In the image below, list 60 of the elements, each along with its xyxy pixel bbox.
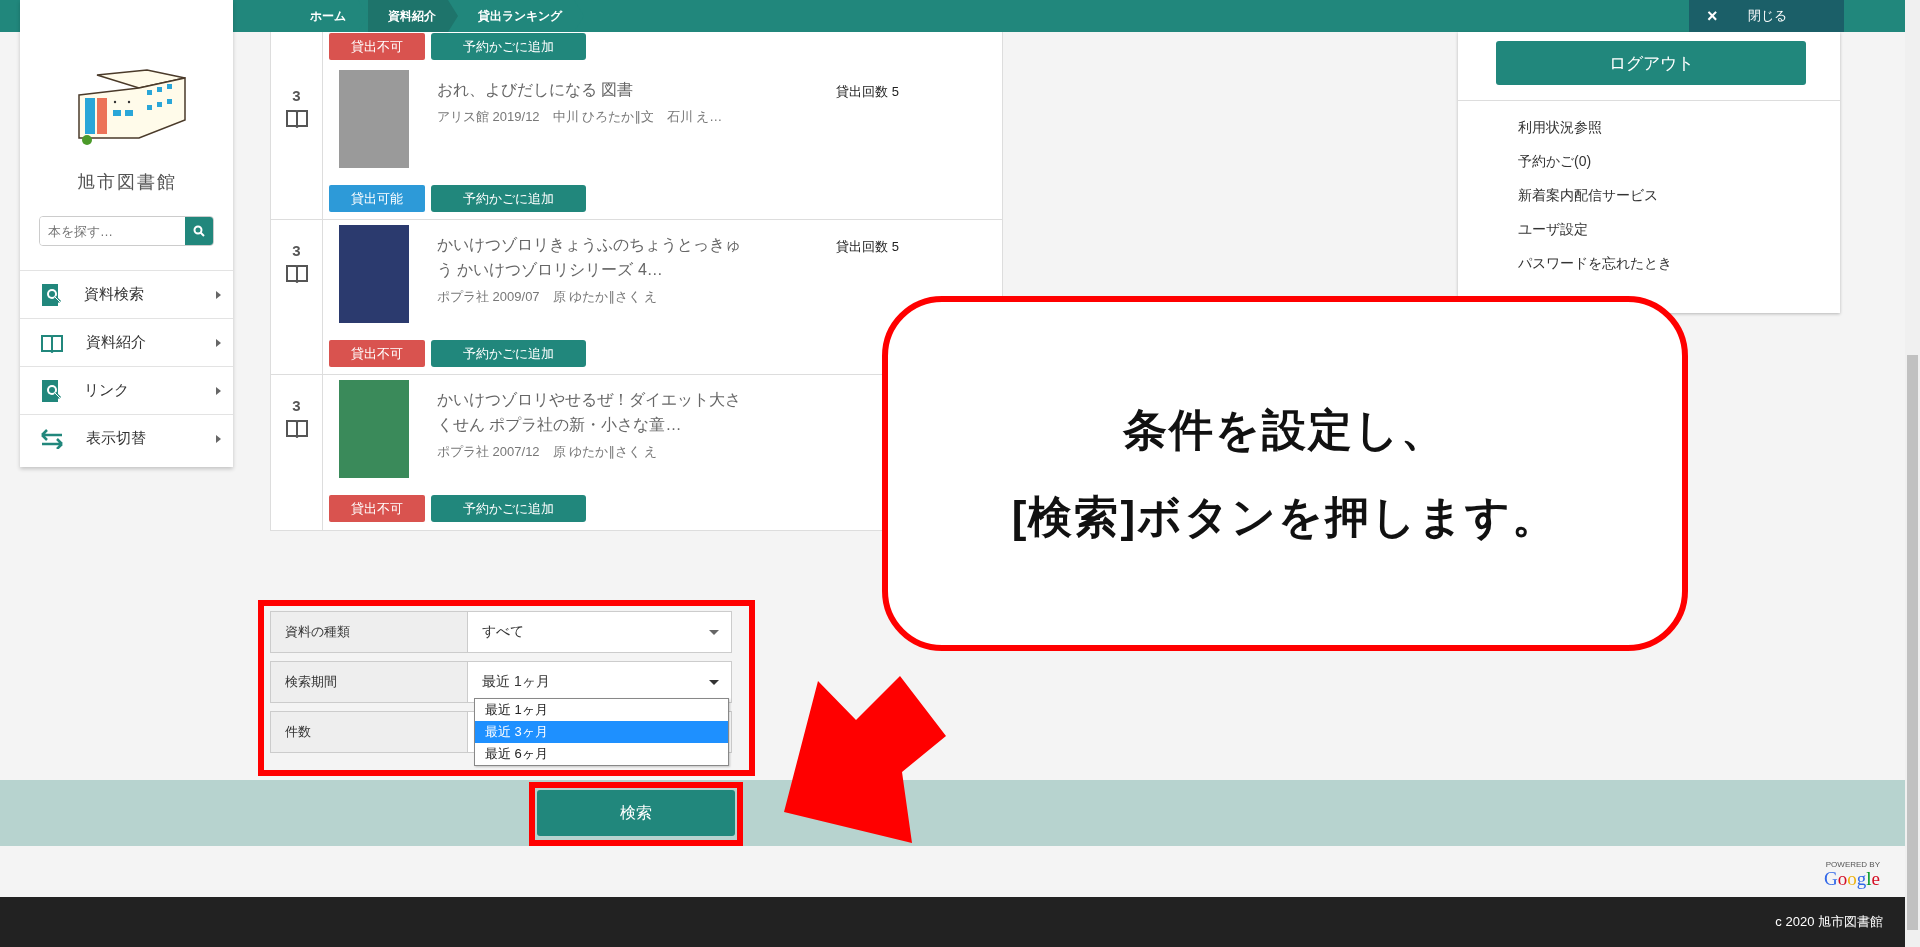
breadcrumb-link[interactable]: 資料紹介 [368,0,458,32]
availability-label: 貸出可能 [329,185,425,212]
powered-by-logo: POWERED BY Google [1824,860,1880,891]
open-book-icon [284,418,309,438]
add-to-basket-button[interactable]: 予約かごに追加 [431,33,586,60]
select-field[interactable]: すべて [468,611,732,653]
availability-label: 貸出不可 [329,340,425,367]
user-menu-link[interactable]: 利用状況参照 [1518,118,1840,137]
open-book-icon [284,263,309,283]
book-details: ポプラ社 2009/07 原 ゆたか∥さく え [437,288,659,306]
select-field[interactable]: 最近 1ヶ月 [468,661,732,703]
sidebar-menu-item[interactable]: 表示切替 [20,414,233,462]
search-document-icon [40,378,62,403]
expand-triangle-icon [216,290,221,299]
expand-triangle-icon [216,338,221,347]
book-title[interactable]: おれ、よびだしになる 図書 [437,77,747,102]
callout-text: [検索]ボタンを押します。 [1011,490,1559,543]
close-button[interactable]: × 閉じる [1689,0,1844,32]
book-details: ポプラ社 2007/12 原 ゆたか∥さく え [437,443,659,461]
loan-count: 貸出回数 5 [836,83,899,101]
add-to-basket-button[interactable]: 予約かごに追加 [431,340,586,367]
availability-label: 貸出不可 [329,33,425,60]
search-document-icon [40,282,62,307]
swap-arrows-icon [40,428,64,449]
dropdown-option[interactable]: 最近 6ヶ月 [475,743,728,765]
callout-text: 条件を設定し、 [1123,403,1447,456]
book-title[interactable]: かいけつゾロリやせるぜ！ダイエット大さくせん ポプラ社の新・小さな童… [437,387,747,437]
field-label: 資料の種類 [270,611,468,653]
user-menu-link[interactable]: ユーザ設定 [1518,220,1840,239]
search-button[interactable] [185,217,213,245]
expand-triangle-icon [216,434,221,443]
sidebar-menu-item[interactable]: リンク [20,366,233,414]
book-search-field[interactable]: 本を探す… [39,216,214,246]
open-book-icon [284,108,309,128]
user-menu-link[interactable]: 新着案内配信サービス [1518,186,1840,205]
rank-number: 3 [292,397,301,414]
availability-label: 貸出不可 [329,495,425,522]
dropdown-caret-icon [709,679,719,685]
scrollbar-thumb[interactable] [1907,355,1918,930]
field-label: 件数 [270,711,468,753]
logout-button[interactable]: ログアウト [1496,41,1806,85]
search-button[interactable]: 検索 [537,790,735,836]
sidebar-menu-item[interactable]: 資料紹介 [20,318,233,366]
open-book-icon [40,332,64,353]
search-icon [193,225,205,237]
book-title[interactable]: かいけつゾロリきょうふのちょうとっきゅう かいけつゾロリシリーズ 4… [437,232,747,282]
dropdown-caret-icon [709,629,719,635]
sidebar-menu-item[interactable]: 資料検索 [20,270,233,318]
library-name: 旭市図書館 [76,171,177,194]
rank-number: 3 [292,242,301,259]
add-to-basket-button[interactable]: 予約かごに追加 [431,495,586,522]
user-menu-link[interactable]: 予約かご(0) [1518,152,1840,171]
book-details: アリス館 2019/12 中川 ひろたか∥文 石川 え… [437,108,724,126]
field-label: 検索期間 [270,661,468,703]
rank-number: 3 [292,87,301,104]
expand-triangle-icon [216,386,221,395]
add-to-basket-button[interactable]: 予約かごに追加 [431,185,586,212]
user-menu-link[interactable]: パスワードを忘れたとき [1518,254,1840,273]
loan-count: 貸出回数 5 [836,238,899,256]
copyright-text: c 2020 旭市図書館 [1775,913,1883,931]
